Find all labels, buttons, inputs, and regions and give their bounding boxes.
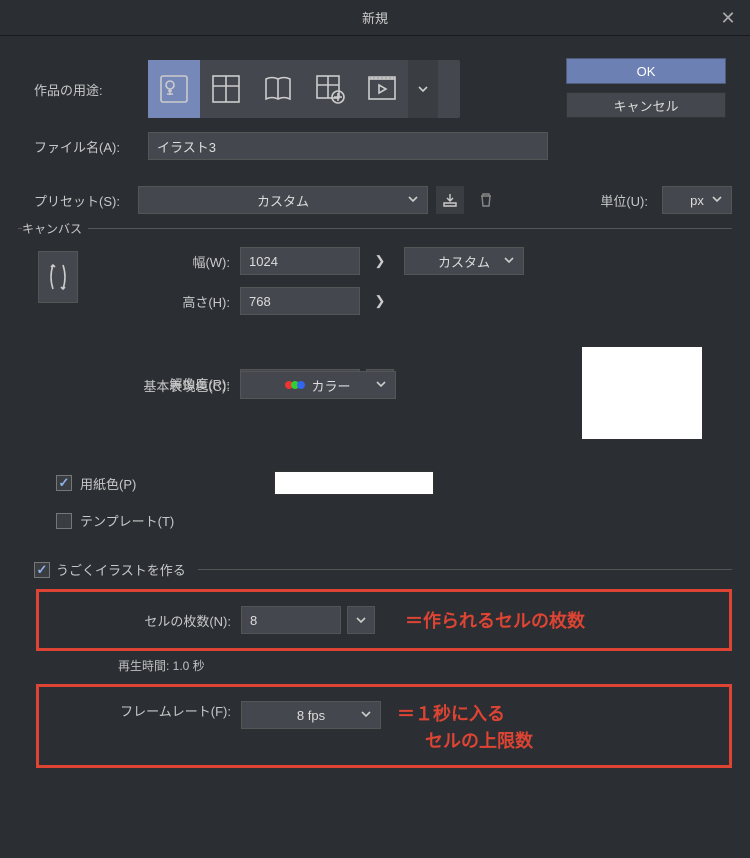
unit-value: px [690,193,704,208]
illustration-icon[interactable] [148,60,200,118]
animation-setup-icon[interactable] [304,60,356,118]
paper-color-label: 用紙色(P) [80,474,136,493]
chevron-down-icon [375,378,387,393]
chevron-down-icon [503,254,515,269]
paper-color-swatch[interactable] [274,471,434,495]
chevron-down-icon [711,193,723,208]
annotation-cells: セルの枚数(N): 8 ＝作られるセルの枚数 [36,589,732,651]
cells-input[interactable]: 8 [241,606,341,634]
filename-input[interactable]: イラスト3 [148,132,548,160]
purpose-toolbar [148,60,460,118]
comic-icon[interactable] [200,60,252,118]
cells-label: セルの枚数(N): [51,611,241,630]
trash-icon[interactable] [472,186,500,214]
framerate-value: 8 fps [297,708,325,723]
colormode-label: 基本表現色(C): [90,376,240,395]
colormode-select[interactable]: カラー [240,371,396,399]
cells-chevron-icon[interactable] [347,606,375,634]
divider [198,569,732,570]
book-icon[interactable] [252,60,304,118]
chevron-down-icon [360,708,372,723]
movie-icon[interactable] [356,60,408,118]
playback-time: 再生時間: 1.0 秒 [118,657,732,674]
width-input[interactable]: 1024 [240,247,360,275]
height-input[interactable]: 768 [240,287,360,315]
anim-checkbox[interactable] [34,562,50,578]
save-preset-icon[interactable] [436,186,464,214]
filename-label: ファイル名(A): [34,137,148,156]
annotation-cells-text: ＝作られるセルの枚数 [405,607,585,633]
close-icon[interactable]: ✕ [714,4,742,32]
arrow-right-icon[interactable]: ❯ [366,247,394,275]
width-label: 幅(W): [90,252,240,271]
chevron-down-icon [407,193,419,208]
size-preset-value: カスタム [438,252,490,271]
framerate-label: フレームレート(F): [51,701,241,720]
framerate-select[interactable]: 8 fps [241,701,381,729]
preset-value: カスタム [257,191,309,210]
orientation-toggle[interactable] [38,251,78,303]
canvas-legend: キャンバス [22,220,88,237]
size-preset-select[interactable]: カスタム [404,247,524,275]
anim-legend: うごくイラストを作る [56,560,186,579]
annotation-fps-text: ＝１秒に入る セルの上限数 [397,701,533,755]
titlebar: 新規 ✕ [0,0,750,36]
canvas-fieldset: キャンバス 幅(W): 1024 ❯ カスタム 高さ(H): 768 [18,228,732,542]
ok-button[interactable]: OK [566,58,726,84]
purpose-label: 作品の用途: [18,80,148,99]
arrow-right-icon[interactable]: ❯ [366,287,394,315]
preset-select[interactable]: カスタム [138,186,428,214]
cancel-button[interactable]: キャンセル [566,92,726,118]
paper-color-checkbox[interactable] [56,475,72,491]
template-label: テンプレート(T) [80,511,174,530]
unit-label: 単位(U): [600,191,648,210]
colormode-value: カラー [311,376,350,395]
unit-select[interactable]: px [662,186,732,214]
purpose-more-chevron-icon[interactable] [408,60,438,118]
preset-label: プリセット(S): [34,191,130,210]
canvas-preview [582,347,702,439]
template-checkbox[interactable] [56,513,72,529]
annotation-framerate: フレームレート(F): 8 fps ＝１秒に入る セルの上限数 [36,684,732,768]
height-label: 高さ(H): [90,292,240,311]
window-title: 新規 [362,8,388,27]
